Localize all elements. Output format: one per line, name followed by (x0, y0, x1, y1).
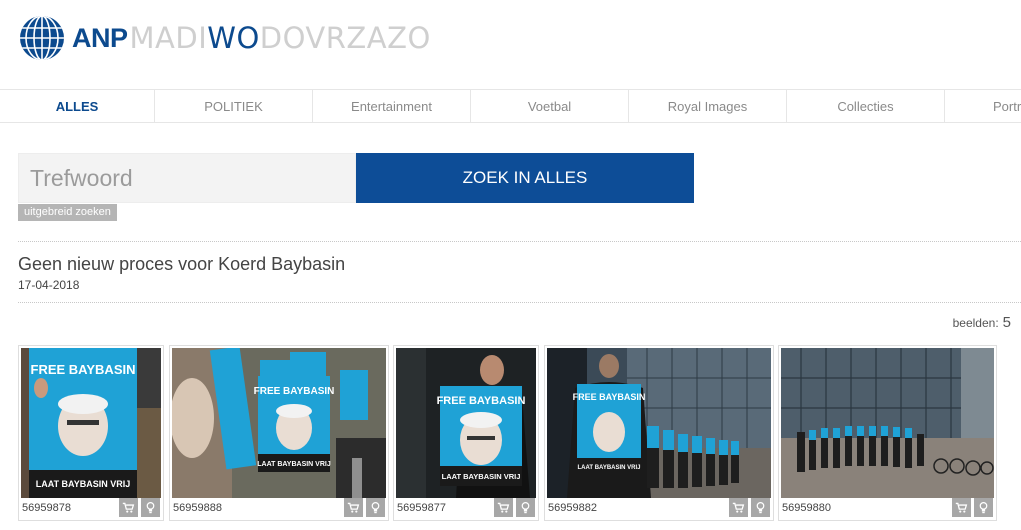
image-count-label: beelden: (952, 316, 999, 330)
brand-subtitle-part-highlight: WO (207, 21, 260, 55)
lightbulb-icon (979, 502, 988, 514)
add-to-lightbox-button[interactable] (141, 498, 160, 517)
story-date: 17-04-2018 (18, 278, 80, 292)
cart-icon (122, 502, 135, 513)
add-to-lightbox-button[interactable] (974, 498, 993, 517)
result-thumbnail[interactable]: FREE BAYBASIN LAAT BAYBASIN VRIJ 5695988… (544, 345, 774, 521)
photo-image: FREE BAYBASIN LAAT BAYBASIN VRIJ (396, 348, 536, 498)
brand-subtitle: MADIWODOVRZAZO (130, 21, 431, 55)
photo-image: FREE BAYBASIN LAAT BAYBASIN VRIJ (547, 348, 771, 498)
poster-bottom-text: LAAT BAYBASIN VRIJ (577, 465, 640, 471)
add-to-cart-button[interactable] (119, 498, 138, 517)
result-thumbnail[interactable]: FREE BAYBASIN LAAT BAYBASIN VRIJ 5695988… (169, 345, 389, 521)
image-count-value: 5 (1002, 314, 1011, 331)
advanced-search-link[interactable]: uitgebreid zoeken (18, 204, 117, 221)
search-button[interactable]: ZOEK IN ALLES (356, 153, 694, 203)
cart-icon (497, 502, 510, 513)
image-id: 56959877 (397, 502, 446, 514)
poster-bottom-text: LAAT BAYBASIN VRIJ (257, 461, 331, 468)
add-to-lightbox-button[interactable] (366, 498, 385, 517)
image-count: beelden: 5 (953, 314, 1011, 331)
photo[interactable]: FREE BAYBASIN LAAT BAYBASIN VRIJ (396, 348, 536, 498)
tab-politiek[interactable]: POLITIEK (155, 90, 313, 122)
poster-top-text: FREE BAYBASIN (437, 395, 526, 407)
photo[interactable] (781, 348, 994, 498)
tab-portr[interactable]: Portr (945, 90, 1021, 122)
poster-bottom-text: LAAT BAYBASIN VRIJ (442, 472, 521, 481)
photo-image: FREE BAYBASIN LAAT BAYBASIN VRIJ (172, 348, 386, 498)
header: ANP MADIWODOVRZAZO (0, 0, 1021, 90)
photo-image (781, 348, 994, 498)
lightbulb-icon (756, 502, 765, 514)
divider (18, 241, 1021, 242)
tab-alles[interactable]: ALLES (0, 90, 155, 122)
brand-subtitle-part: MADI (129, 21, 208, 55)
cart-icon (347, 502, 360, 513)
photo[interactable]: FREE BAYBASIN LAAT BAYBASIN VRIJ (547, 348, 771, 498)
poster-top-text: FREE BAYBASIN (254, 386, 335, 397)
divider (18, 302, 1021, 303)
tab-royal-images[interactable]: Royal Images (629, 90, 787, 122)
photo[interactable]: FREE BAYBASIN LAAT BAYBASIN VRIJ (172, 348, 386, 498)
cart-icon (732, 502, 745, 513)
add-to-cart-button[interactable] (729, 498, 748, 517)
photo[interactable]: FREE BAYBASIN LAAT BAYBASIN VRIJ (21, 348, 161, 498)
result-thumbnail[interactable]: FREE BAYBASIN LAAT BAYBASIN VRIJ 5695987… (18, 345, 164, 521)
add-to-cart-button[interactable] (344, 498, 363, 517)
add-to-lightbox-button[interactable] (516, 498, 535, 517)
add-to-cart-button[interactable] (494, 498, 513, 517)
tab-collecties[interactable]: Collecties (787, 90, 945, 122)
lightbulb-icon (521, 502, 530, 514)
globe-icon (20, 16, 64, 60)
cart-icon (955, 502, 968, 513)
add-to-lightbox-button[interactable] (751, 498, 770, 517)
image-id: 56959880 (782, 502, 831, 514)
result-thumbnail[interactable]: 56959880 (778, 345, 997, 521)
brand-subtitle-part: DOVRZAZO (259, 21, 431, 55)
anp-logo[interactable]: ANP MADIWODOVRZAZO (18, 13, 431, 63)
lightbulb-icon (146, 502, 155, 514)
poster-bottom-text: LAAT BAYBASIN VRIJ (36, 479, 131, 489)
image-id: 56959878 (22, 502, 71, 514)
tab-entertainment[interactable]: Entertainment (313, 90, 471, 122)
image-id: 56959882 (548, 502, 597, 514)
result-thumbnail[interactable]: FREE BAYBASIN LAAT BAYBASIN VRIJ 5695987… (393, 345, 539, 521)
category-nav: ALLES POLITIEK Entertainment Voetbal Roy… (0, 89, 1021, 123)
poster-top-text: FREE BAYBASIN (31, 362, 136, 377)
poster-top-text: FREE BAYBASIN (573, 392, 646, 402)
photo-image: FREE BAYBASIN LAAT BAYBASIN VRIJ (21, 348, 161, 498)
image-id: 56959888 (173, 502, 222, 514)
add-to-cart-button[interactable] (952, 498, 971, 517)
lightbulb-icon (371, 502, 380, 514)
story-title: Geen nieuw proces voor Koerd Baybasin (18, 254, 346, 274)
brand-name: ANP (72, 22, 128, 53)
search-input[interactable] (18, 153, 356, 203)
tab-voetbal[interactable]: Voetbal (471, 90, 629, 122)
